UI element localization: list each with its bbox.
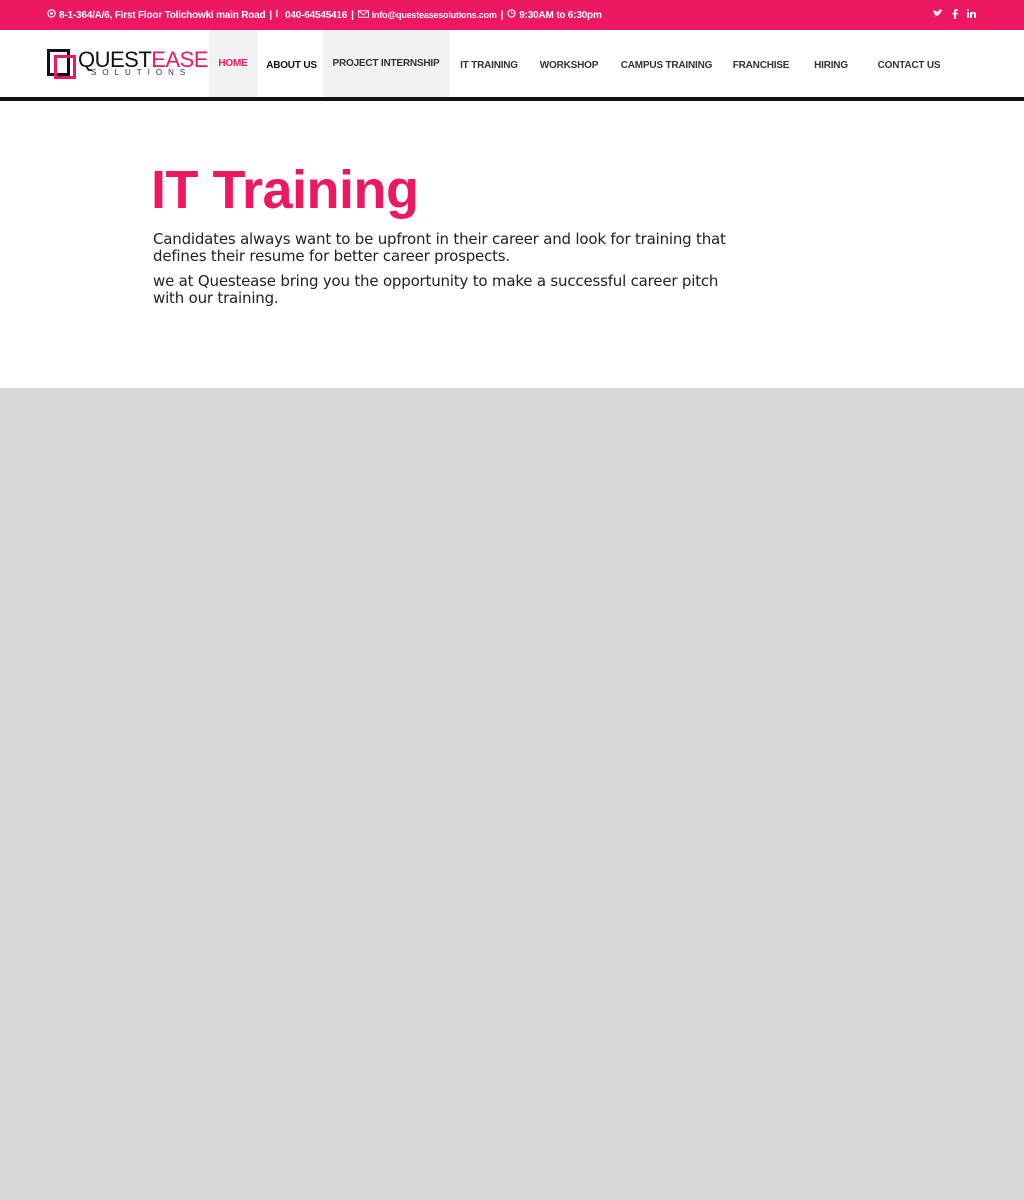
- nav-contact-us[interactable]: CONTACT US: [870, 30, 948, 101]
- nav-hiring[interactable]: HIRING: [805, 30, 857, 101]
- hours-text: 9:30AM to 6:30pm: [519, 9, 602, 21]
- separator: |: [351, 9, 354, 21]
- separator: |: [500, 9, 504, 21]
- nav-home[interactable]: HOME: [209, 30, 257, 101]
- hero-title: IT Training: [151, 160, 419, 220]
- hero-paragraph-1: Candidates always want to be upfront in …: [153, 230, 726, 265]
- separator: |: [269, 9, 273, 21]
- linkedin-icon[interactable]: [967, 9, 976, 21]
- social-links: [933, 9, 976, 21]
- questease-logo[interactable]: QUESTEASE SOLUTIONS: [47, 47, 208, 81]
- facebook-icon[interactable]: [950, 9, 959, 21]
- contact-info: 8-1-364/A/6, First Floor Tolichowki main…: [47, 9, 602, 21]
- email-link[interactable]: info@questeasesolutions.com: [372, 10, 497, 20]
- phone-text[interactable]: 040-64545416: [285, 10, 347, 21]
- top-contact-bar: 8-1-364/A/6, First Floor Tolichowki main…: [0, 0, 1024, 30]
- nav-franchise[interactable]: FRANCHISE: [726, 30, 796, 101]
- hero-paragraph-2: we at Questease bring you the opportunit…: [153, 272, 719, 307]
- nav-about-us[interactable]: ABOUT US: [261, 30, 322, 101]
- twitter-icon[interactable]: [933, 9, 943, 21]
- nav-campus-training[interactable]: CAMPUS TRAINING: [614, 30, 719, 101]
- nav-project-internship[interactable]: PROJECT INTERNSHIP: [323, 30, 449, 101]
- clock-icon: [507, 9, 516, 21]
- site-header: QUESTEASE SOLUTIONS HOME ABOUT US PROJEC…: [0, 30, 1024, 101]
- hero-banner: IT Training Candidates always want to be…: [0, 101, 1024, 388]
- address-text: 8-1-364/A/6, First Floor Tolichowki main…: [59, 9, 266, 21]
- phone-icon: [276, 9, 282, 21]
- mail-icon: [357, 9, 369, 21]
- logo-mark-icon: [47, 49, 76, 79]
- location-icon: [47, 9, 56, 21]
- logo-subtitle: SOLUTIONS: [91, 68, 192, 77]
- nav-it-training[interactable]: IT TRAINING: [453, 30, 525, 101]
- nav-workshop[interactable]: WORKSHOP: [533, 30, 605, 101]
